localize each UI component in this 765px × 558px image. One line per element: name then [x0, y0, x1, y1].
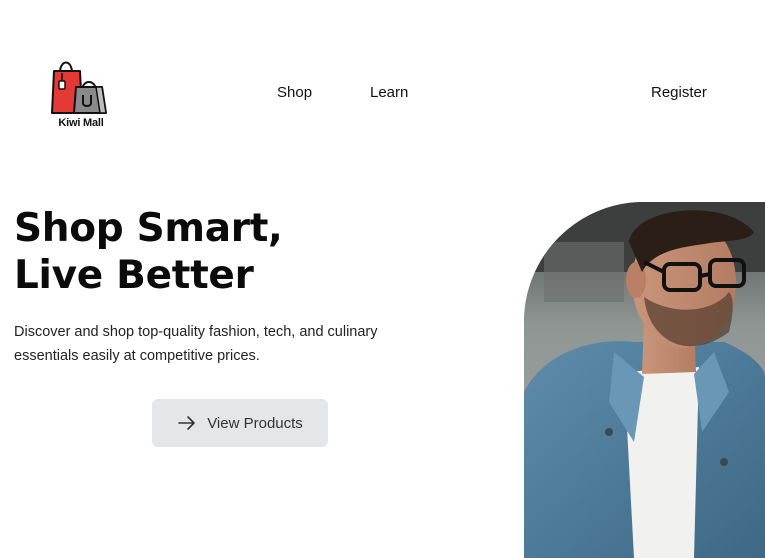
- hero-description: Discover and shop top-quality fashion, t…: [14, 324, 378, 364]
- page: Kiwi Mall Shop Learn Register Shop Smart…: [0, 0, 765, 558]
- nav-learn-link[interactable]: Learn: [370, 84, 408, 101]
- nav-shop-link[interactable]: Shop: [277, 84, 312, 101]
- hero-image: [524, 202, 765, 558]
- shopping-bags-icon: [50, 57, 114, 117]
- view-products-button[interactable]: View Products: [152, 399, 328, 447]
- hero-title: Shop Smart, Live Better: [14, 206, 283, 298]
- logo-text: Kiwi Mall: [58, 117, 104, 129]
- nav-register-link[interactable]: Register: [651, 84, 707, 101]
- arrow-right-icon: [177, 415, 197, 431]
- logo-link[interactable]: Kiwi Mall: [50, 57, 114, 133]
- view-products-label: View Products: [207, 414, 303, 432]
